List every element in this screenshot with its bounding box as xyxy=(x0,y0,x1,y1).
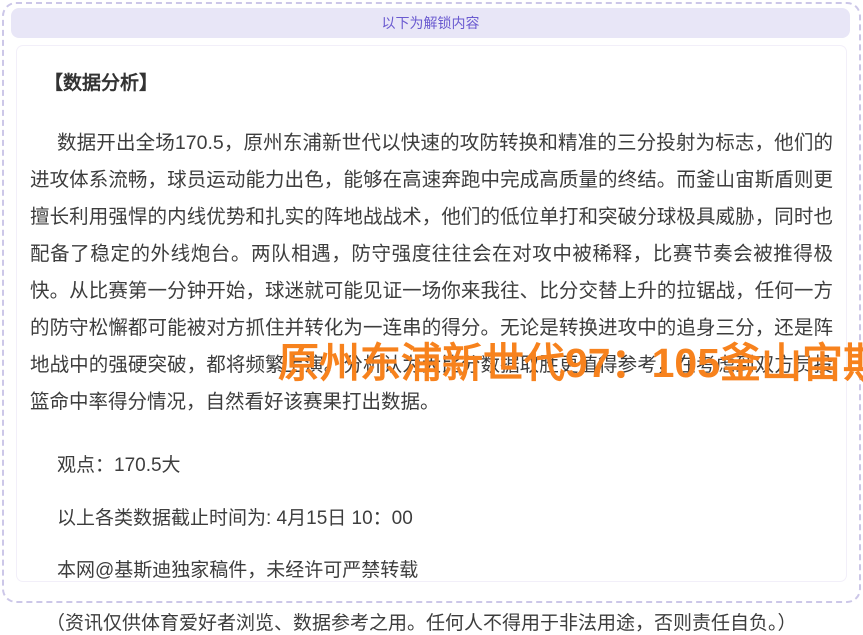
disclaimer-line: （资讯仅供体育爱好者浏览、数据参考之用。任何人不得用于非法用途，否则责任自负。） xyxy=(30,613,833,635)
score-watermark: 原州东浦新世代97：105釜山宙斯盾 xyxy=(278,329,863,389)
copyright-line: 本网@基斯迪独家稿件，未经许可严禁转载 xyxy=(30,560,833,582)
unlocked-content-page: { "header": { "unlock_banner": "以下为解锁内容"… xyxy=(0,0,863,605)
unlock-banner: 以下为解锁内容 xyxy=(11,8,850,38)
opinion-line: 观点：170.5大 xyxy=(30,455,833,477)
section-title: 【数据分析】 xyxy=(44,68,833,95)
data-deadline-line: 以上各类数据截止时间为: 4月15日 10：00 xyxy=(30,508,833,530)
article-content-panel: 【数据分析】 数据开出全场170.5，原州东浦新世代以快速的攻防转换和精准的三分… xyxy=(17,46,846,581)
unlock-banner-label: 以下为解锁内容 xyxy=(382,13,480,33)
